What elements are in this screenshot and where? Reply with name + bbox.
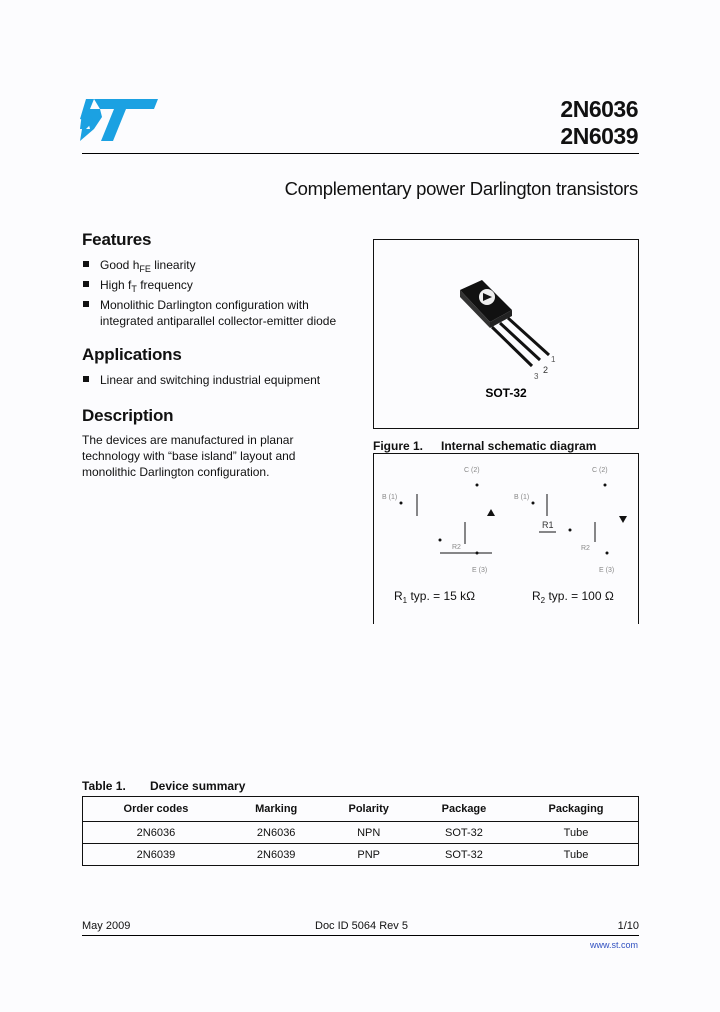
feature-item: Monolithic Darlington configuration with… — [82, 297, 340, 329]
description-text: The devices are manufactured in planar t… — [82, 433, 296, 479]
applications-section: Applications Linear and switching indust… — [82, 345, 352, 392]
table-cell: Tube — [514, 821, 639, 844]
table-cell: 2N6036 — [228, 821, 324, 844]
part-numbers: 2N6036 2N6039 — [560, 96, 638, 150]
table-cell: 2N6039 — [228, 843, 324, 866]
description-heading: Description — [82, 406, 174, 425]
table-header-row: Order codes Marking Polarity Package Pac… — [82, 796, 639, 822]
applications-heading: Applications — [82, 345, 182, 364]
part-number: 2N6036 — [560, 96, 638, 122]
r2-value: R2 typ. = 100 Ω — [532, 589, 614, 605]
column-header: Package — [413, 796, 514, 822]
footer-doc-id: Doc ID 5064 Rev 5 — [315, 920, 408, 932]
schematic-diagram: C (2) B (1) R2 E (3) C (2) B (1) R1 R2 E… — [373, 453, 639, 624]
npn-emitter-label: E (3) — [472, 567, 487, 574]
table-row: 2N6039 2N6039 PNP SOT-32 Tube — [82, 843, 639, 866]
document-subtitle: Complementary power Darlington transisto… — [284, 178, 639, 199]
package-label: SOT-32 — [485, 386, 527, 400]
column-header: Order codes — [82, 796, 229, 822]
npn-resistor-label: R2 — [452, 544, 461, 551]
part-number: 2N6039 — [560, 123, 638, 149]
table-cell: 2N6039 — [82, 843, 229, 866]
transistor-leads — [490, 316, 551, 368]
footer-page-number: 1/10 — [617, 920, 639, 932]
figure-number: Figure 1. — [373, 439, 424, 453]
schematic-svg: C (2) B (1) R2 E (3) C (2) B (1) R1 R2 E… — [382, 467, 627, 605]
pin-label: 3 — [534, 372, 539, 381]
table-cell: SOT-32 — [413, 821, 514, 844]
pnp-emitter-label: E (3) — [599, 567, 614, 574]
column-header: Polarity — [323, 796, 414, 822]
features-heading: Features — [82, 230, 152, 249]
transistor-package-illustration: 1 2 3 SOT-32 — [460, 280, 556, 400]
pnp-base-label: B (1) — [514, 494, 529, 501]
table-row: 2N6036 2N6036 NPN SOT-32 Tube — [82, 821, 639, 844]
feature-item: Good hFE linearity — [82, 257, 352, 274]
device-summary-table: Order codes Marking Polarity Package Pac… — [82, 796, 639, 866]
footer-date: May 2009 — [82, 920, 131, 932]
diode-icon — [619, 516, 627, 523]
column-header: Marking — [228, 796, 324, 822]
transistor-body — [460, 280, 512, 328]
npn-collector-label: C (2) — [464, 467, 480, 474]
table-cell: NPN — [323, 821, 414, 844]
header-divider — [82, 153, 639, 154]
footer-divider — [82, 935, 639, 936]
pnp-collector-label: C (2) — [592, 467, 608, 474]
table-cell: SOT-32 — [413, 843, 514, 866]
figure-caption: Figure 1. Internal schematic diagram — [373, 439, 596, 453]
diode-icon — [487, 509, 495, 516]
pin-label: 2 — [543, 365, 548, 375]
table-caption: Table 1. Device summary — [82, 779, 245, 793]
package-figure: 1 2 3 SOT-32 — [373, 239, 639, 429]
table-cell: 2N6036 — [82, 821, 229, 844]
pin-label: 1 — [551, 355, 556, 364]
npn-base-label: B (1) — [382, 494, 397, 501]
website-link[interactable]: www.st.com — [590, 940, 638, 950]
table-title: Device summary — [150, 779, 246, 793]
features-section: Features Good hFE linearity High fT freq… — [82, 230, 352, 333]
table-cell: Tube — [514, 843, 639, 866]
r1-value: R1 typ. = 15 kΩ — [394, 589, 475, 605]
figure-title: Internal schematic diagram — [441, 439, 597, 453]
column-header: Packaging — [514, 796, 639, 822]
pnp-r1-label: R1 — [542, 520, 554, 530]
pnp-r2-label: R2 — [581, 545, 590, 552]
description-section: Description The devices are manufactured… — [82, 406, 312, 480]
table-number: Table 1. — [82, 779, 126, 793]
application-item: Linear and switching industrial equipmen… — [82, 372, 352, 388]
table-cell: PNP — [323, 843, 414, 866]
feature-item: High fT frequency — [82, 277, 352, 294]
st-logo-t — [94, 99, 158, 141]
st-logo — [80, 99, 158, 141]
